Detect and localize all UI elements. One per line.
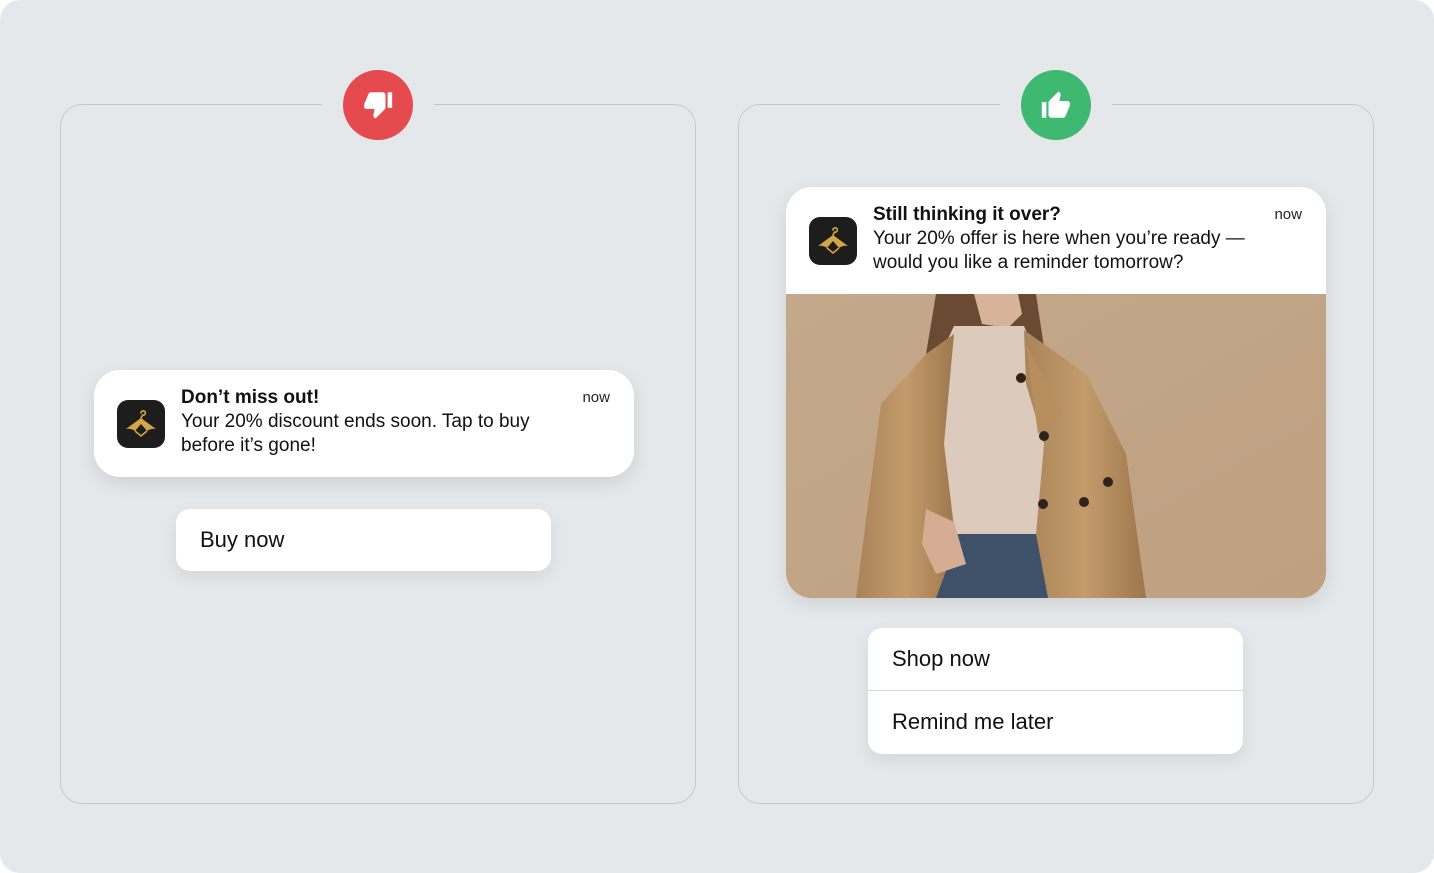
notification-title: Still thinking it over? — [873, 204, 1061, 225]
notification-actions: Shop now Remind me later — [868, 628, 1243, 754]
bad-example-panel: Don’t miss out! Your 20% discount ends s… — [60, 69, 696, 804]
buy-now-button[interactable]: Buy now — [176, 509, 551, 571]
notification-actions: Buy now — [176, 509, 551, 571]
remind-me-later-button[interactable]: Remind me later — [868, 690, 1243, 754]
product-photo — [786, 294, 1326, 598]
notification-title: Don’t miss out! — [181, 387, 320, 408]
notification-time: now — [582, 389, 610, 406]
hanger-logo-icon — [117, 400, 165, 448]
thumbs-up-icon — [1021, 70, 1091, 140]
notification-body: Your 20% discount ends soon. Tap to buy … — [181, 411, 530, 456]
thumbs-down-icon — [343, 70, 413, 140]
notification-card[interactable]: Don’t miss out! Your 20% discount ends s… — [94, 370, 634, 477]
hanger-logo-icon — [809, 217, 857, 265]
notification-time: now — [1274, 206, 1302, 223]
good-example-panel: Still thinking it over? Your 20% offer i… — [738, 69, 1374, 804]
bad-example-badge — [322, 69, 434, 141]
good-example-badge — [1000, 69, 1112, 141]
shop-now-button[interactable]: Shop now — [868, 628, 1243, 690]
comparison-canvas: Don’t miss out! Your 20% discount ends s… — [0, 0, 1434, 873]
rich-notification-card[interactable]: Still thinking it over? Your 20% offer i… — [786, 187, 1326, 598]
notification-body: Your 20% offer is here when you’re ready… — [873, 228, 1245, 273]
